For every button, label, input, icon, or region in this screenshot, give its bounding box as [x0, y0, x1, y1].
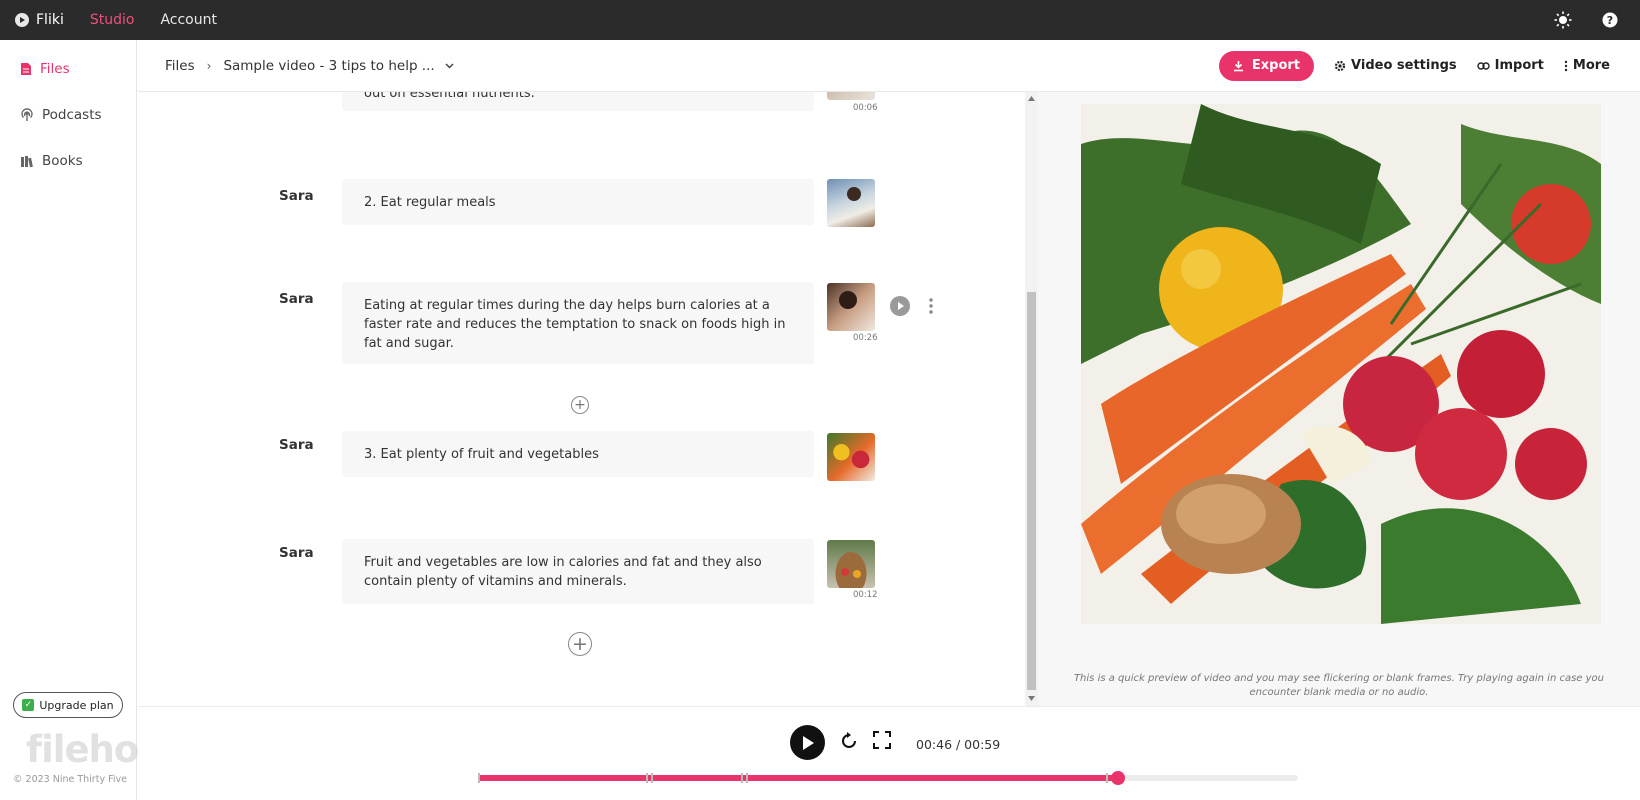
breadcrumb: Files › Sample video - 3 tips to help ..…	[165, 58, 454, 74]
download-icon	[1233, 60, 1243, 71]
playback-bar: 00:46 / 00:59	[138, 706, 1640, 800]
scene-marker	[651, 773, 653, 783]
chevron-down-icon[interactable]	[445, 62, 454, 69]
play-icon	[802, 735, 814, 750]
scene-duration: 00:06	[853, 103, 878, 113]
breadcrumb-files[interactable]: Files	[165, 58, 195, 74]
scene-speaker[interactable]: Sara	[279, 545, 314, 561]
chevron-right-icon: ›	[206, 58, 212, 73]
scene-marker	[1106, 773, 1108, 783]
scene-text: 2. Eat regular meals	[364, 195, 496, 210]
sidebar-item-podcasts[interactable]: Podcasts	[0, 92, 136, 138]
scene-text: 3. Eat plenty of fruit and vegetables	[364, 447, 599, 462]
export-label: Export	[1251, 58, 1301, 73]
theme-toggle-sun-icon[interactable]	[1554, 11, 1572, 29]
sidebar: Files Podcasts Books filehorse.com ✓ Upg…	[0, 40, 298, 800]
more-button[interactable]: More	[1564, 58, 1610, 73]
scene-marker	[478, 773, 480, 783]
sidebar-item-files[interactable]: Files	[0, 46, 136, 92]
thumb-fruit	[841, 568, 849, 576]
add-scene-button[interactable]: +	[571, 396, 589, 414]
scroll-down-arrow-icon[interactable]	[1028, 696, 1035, 701]
brand-logo[interactable]: Fliki	[14, 12, 64, 28]
scene-text-box[interactable]: 3. Eat plenty of fruit and vegetables	[342, 431, 814, 477]
scene-text-box[interactable]: out on essential nutrients.	[342, 92, 814, 111]
breadcrumb-current-file[interactable]: Sample video - 3 tips to help ...	[223, 58, 434, 74]
scene-media-thumbnail[interactable]	[827, 540, 875, 588]
preview-disclaimer: This is a quick preview of video and you…	[1073, 673, 1605, 698]
scene-text: Eating at regular times during the day h…	[364, 298, 786, 351]
replay-icon[interactable]	[838, 730, 860, 752]
gear-icon	[1334, 60, 1346, 71]
checkbox-icon: ✓	[22, 699, 35, 711]
scene-marker	[746, 773, 748, 783]
scene-list-scrollbar[interactable]	[1025, 92, 1038, 706]
timeline-progress	[478, 775, 1118, 781]
video-settings-button[interactable]: Video settings	[1334, 58, 1457, 73]
upgrade-plan-label: Upgrade plan	[39, 698, 114, 712]
scene-speaker[interactable]: Sara	[279, 291, 314, 307]
scroll-up-arrow-icon[interactable]	[1028, 96, 1035, 101]
sidebar-item-label: Files	[40, 61, 70, 77]
scene-text: Fruit and vegetables are low in calories…	[364, 555, 762, 589]
export-button[interactable]: Export	[1218, 50, 1315, 81]
timeline-track[interactable]	[478, 771, 1298, 785]
scene-media-thumbnail[interactable]	[827, 433, 875, 481]
scene-text: out on essential nutrients.	[364, 92, 535, 101]
top-bar: Fliki Studio Account ?	[0, 0, 1640, 40]
editor-header: Files › Sample video - 3 tips to help ..…	[138, 40, 1640, 92]
import-button[interactable]: Import	[1476, 58, 1544, 73]
nav-studio[interactable]: Studio	[90, 12, 135, 28]
copyright-text: © 2023 Nine Thirty Five	[13, 774, 127, 785]
add-scene-button[interactable]: +	[568, 632, 592, 656]
brand-name: Fliki	[36, 12, 64, 28]
podcast-icon	[21, 108, 33, 121]
thumb-fruit	[853, 570, 861, 578]
scene-speaker[interactable]: Sara	[279, 437, 314, 453]
sidebar-item-label: Books	[42, 153, 83, 169]
fliki-logo-icon	[15, 13, 29, 27]
thumb-figure	[847, 187, 861, 201]
fullscreen-icon[interactable]	[873, 731, 891, 749]
thumb-figure	[839, 291, 857, 309]
upgrade-plan-button[interactable]: ✓ Upgrade plan	[13, 692, 123, 718]
help-icon[interactable]: ?	[1602, 12, 1618, 28]
more-label: More	[1572, 58, 1610, 73]
scene-duration: 00:12	[853, 590, 878, 600]
link-icon	[1476, 61, 1490, 70]
scene-text-box[interactable]: 2. Eat regular meals	[342, 179, 814, 225]
sidebar-item-label: Podcasts	[42, 107, 102, 123]
playback-time: 00:46 / 00:59	[916, 737, 1001, 752]
scene-speaker[interactable]: Sara	[279, 188, 314, 204]
scene-marker	[646, 773, 648, 783]
vertical-dots-icon	[1564, 60, 1568, 71]
scene-text-box[interactable]: Fruit and vegetables are low in calories…	[342, 539, 814, 604]
scrollbar-thumb[interactable]	[1027, 292, 1036, 690]
play-button[interactable]	[790, 725, 825, 760]
document-icon	[21, 63, 31, 75]
video-preview-pane: This is a quick preview of video and you…	[1038, 92, 1640, 706]
sidebar-item-books[interactable]: Books	[0, 138, 136, 184]
scene-media-thumbnail[interactable]	[827, 283, 875, 331]
timeline-scrubber-handle[interactable]	[1110, 771, 1125, 785]
video-preview-frame[interactable]	[1081, 104, 1601, 624]
svg-text:?: ?	[1607, 14, 1613, 27]
play-scene-icon[interactable]	[890, 296, 910, 316]
scene-duration: 00:26	[853, 333, 878, 343]
scene-media-thumbnail[interactable]	[827, 92, 875, 100]
scene-marker	[741, 773, 743, 783]
scene-list: out on essential nutrients. 00:06 Sara 2…	[138, 92, 1025, 706]
book-icon	[21, 155, 33, 167]
scene-text-box[interactable]: Eating at regular times during the day h…	[342, 282, 814, 364]
video-settings-label: Video settings	[1351, 58, 1457, 73]
vegetables-preview-image	[1081, 104, 1601, 624]
import-label: Import	[1494, 58, 1544, 73]
scene-options-icon[interactable]	[929, 297, 933, 315]
nav-account[interactable]: Account	[160, 12, 217, 28]
scene-media-thumbnail[interactable]	[827, 179, 875, 227]
